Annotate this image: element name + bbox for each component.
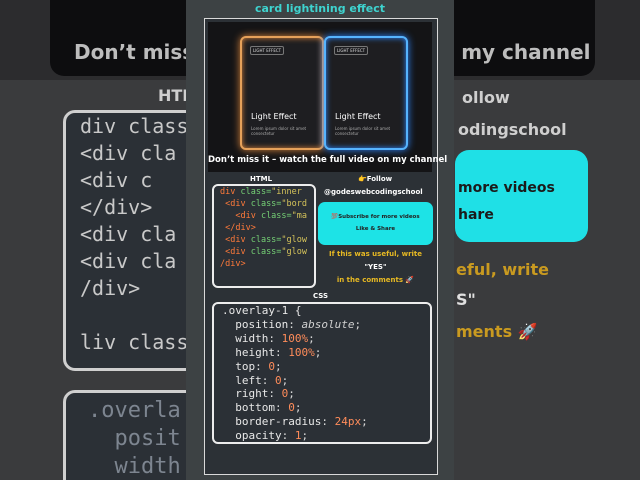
code-attr: class= — [245, 199, 282, 209]
preview-caption: Don’t miss it – watch the full video on … — [208, 155, 448, 165]
html-code-line: /div> — [220, 259, 246, 269]
bg-cyan-line2: hare — [458, 207, 494, 223]
channel-handle[interactable]: @godeswebcodingschool — [324, 188, 423, 196]
code-string: "inner — [271, 187, 302, 197]
bg-css-code: .overla posit width — [63, 390, 204, 480]
bg-code-line: <div c — [80, 168, 153, 192]
css-property: border-radius — [235, 415, 322, 429]
css-line: top: 0; — [235, 359, 282, 373]
bg-school-label: odingschool — [458, 120, 567, 139]
subscribe-line1: 💯Subscribe for more videos — [331, 214, 420, 220]
css-value: 0 — [281, 387, 289, 401]
useful-note: If this was useful, write "YES" in the c… — [318, 248, 433, 287]
css-property: right — [235, 387, 269, 401]
code-string: "glow — [281, 247, 308, 257]
bg-css-line: width — [88, 454, 181, 479]
light-card-orange: LIGHT EFFECT Light Effect Lorem ipsum do… — [240, 36, 324, 150]
bg-code-line: div class — [80, 114, 189, 138]
css-label: CSS — [313, 292, 329, 300]
css-line: height: 100%; — [235, 345, 322, 359]
code-string: "glow — [281, 235, 308, 245]
code-tag: <div — [220, 235, 246, 245]
bg-code-line: <div cla — [80, 141, 177, 165]
code-string: "ma — [291, 211, 308, 221]
card-title: Light Effect — [335, 112, 381, 121]
css-value: 24px — [334, 415, 362, 429]
bg-code-line: </div> — [80, 195, 153, 219]
bg-code-line: /div> — [80, 276, 141, 300]
css-property: position — [235, 317, 289, 331]
css-property: opacity — [235, 429, 282, 443]
card-subtitle: Lorem ipsum dolor sit amet consectetur — [335, 126, 391, 136]
code-tag: <div — [220, 247, 246, 257]
code-tag: </div> — [220, 223, 256, 233]
css-property: height — [235, 345, 275, 359]
css-property: width — [235, 331, 269, 345]
light-card-blue: LIGHT EFFECT Light Effect Lorem ipsum do… — [324, 36, 408, 150]
code-attr: class= — [245, 247, 282, 257]
bg-css-line: .overla — [88, 398, 181, 423]
html-code-line: <div class="ma — [220, 211, 307, 221]
bg-code-line: liv class — [80, 330, 189, 354]
css-line: opacity: 1; — [235, 429, 309, 443]
useful-line3: in the comments 🚀 — [336, 276, 415, 284]
html-code-line: <div class="glow — [220, 235, 307, 245]
html-code-line: <div class="bord — [220, 199, 307, 209]
css-property: bottom — [235, 401, 275, 415]
css-value: 0 — [275, 373, 282, 387]
html-code-line: <div class="glow — [220, 247, 307, 257]
useful-line2: "YES" — [364, 263, 387, 271]
bg-comments: ments 🚀 — [456, 322, 538, 341]
card-tag: LIGHT EFFECT — [250, 46, 285, 55]
bg-code-line: <div cla — [80, 222, 177, 246]
card-preview: LIGHT EFFECT Light Effect Lorem ipsum do… — [208, 22, 448, 172]
bg-css-line: posit — [88, 426, 181, 451]
code-tag: div — [220, 187, 236, 197]
follow-label: 👉Follow — [358, 175, 393, 183]
code-tag: <div — [220, 211, 256, 221]
code-tag: <div — [220, 199, 246, 209]
card-tag: LIGHT EFFECT — [334, 46, 369, 55]
css-value: 0 — [268, 359, 275, 373]
css-value: 0 — [288, 401, 295, 415]
html-label: HTML — [250, 175, 273, 183]
useful-line1: If this was useful, write — [328, 250, 423, 258]
subscribe-line2: Like & Share — [355, 226, 396, 232]
code-attr: class= — [235, 187, 272, 197]
page-title: card lightining effect — [254, 2, 386, 15]
card-title: Light Effect — [251, 112, 297, 121]
css-value: absolute — [301, 317, 355, 331]
bg-follow-label: ollow — [462, 88, 510, 107]
css-line: right: 0; — [235, 387, 295, 401]
bg-subscribe-box: more videos hare — [455, 150, 588, 242]
css-property: top — [235, 359, 256, 373]
css-line: bottom: 0; — [235, 401, 302, 415]
code-tag: /div> — [220, 259, 246, 269]
bg-yes: S" — [456, 290, 476, 309]
css-selector: .overlay-1 { — [222, 304, 302, 317]
css-value: 100% — [288, 345, 315, 359]
css-line: left: 0; — [235, 373, 289, 387]
subscribe-button[interactable]: 💯Subscribe for more videos Like & Share — [318, 202, 433, 245]
css-line: width: 100%; — [235, 331, 315, 345]
html-code-line: div class="inner — [220, 187, 302, 197]
css-value: 1 — [294, 429, 302, 443]
card-subtitle: Lorem ipsum dolor sit amet consectetur — [251, 126, 307, 136]
bg-html-code: div class <div cla <div c </div> <div cl… — [63, 110, 204, 371]
html-code-block: div class="inner <div class="bord <div c… — [212, 184, 316, 288]
css-code-block: .overlay-1 { position: absolute; width: … — [212, 302, 432, 444]
css-line: position: absolute; — [235, 317, 362, 331]
bg-title-right: n my channel — [440, 40, 591, 64]
code-attr: class= — [245, 235, 282, 245]
css-value: 100% — [281, 331, 309, 345]
bg-code-line: <div cla — [80, 249, 177, 273]
code-string: "bord — [281, 199, 308, 209]
code-attr: class= — [255, 211, 292, 221]
bg-useful: eful, write — [456, 260, 549, 279]
css-property: left — [235, 373, 262, 387]
bg-cyan-line1: more videos — [458, 180, 555, 196]
html-code-line: </div> — [220, 223, 256, 233]
css-line: border-radius: 24px; — [235, 415, 368, 429]
